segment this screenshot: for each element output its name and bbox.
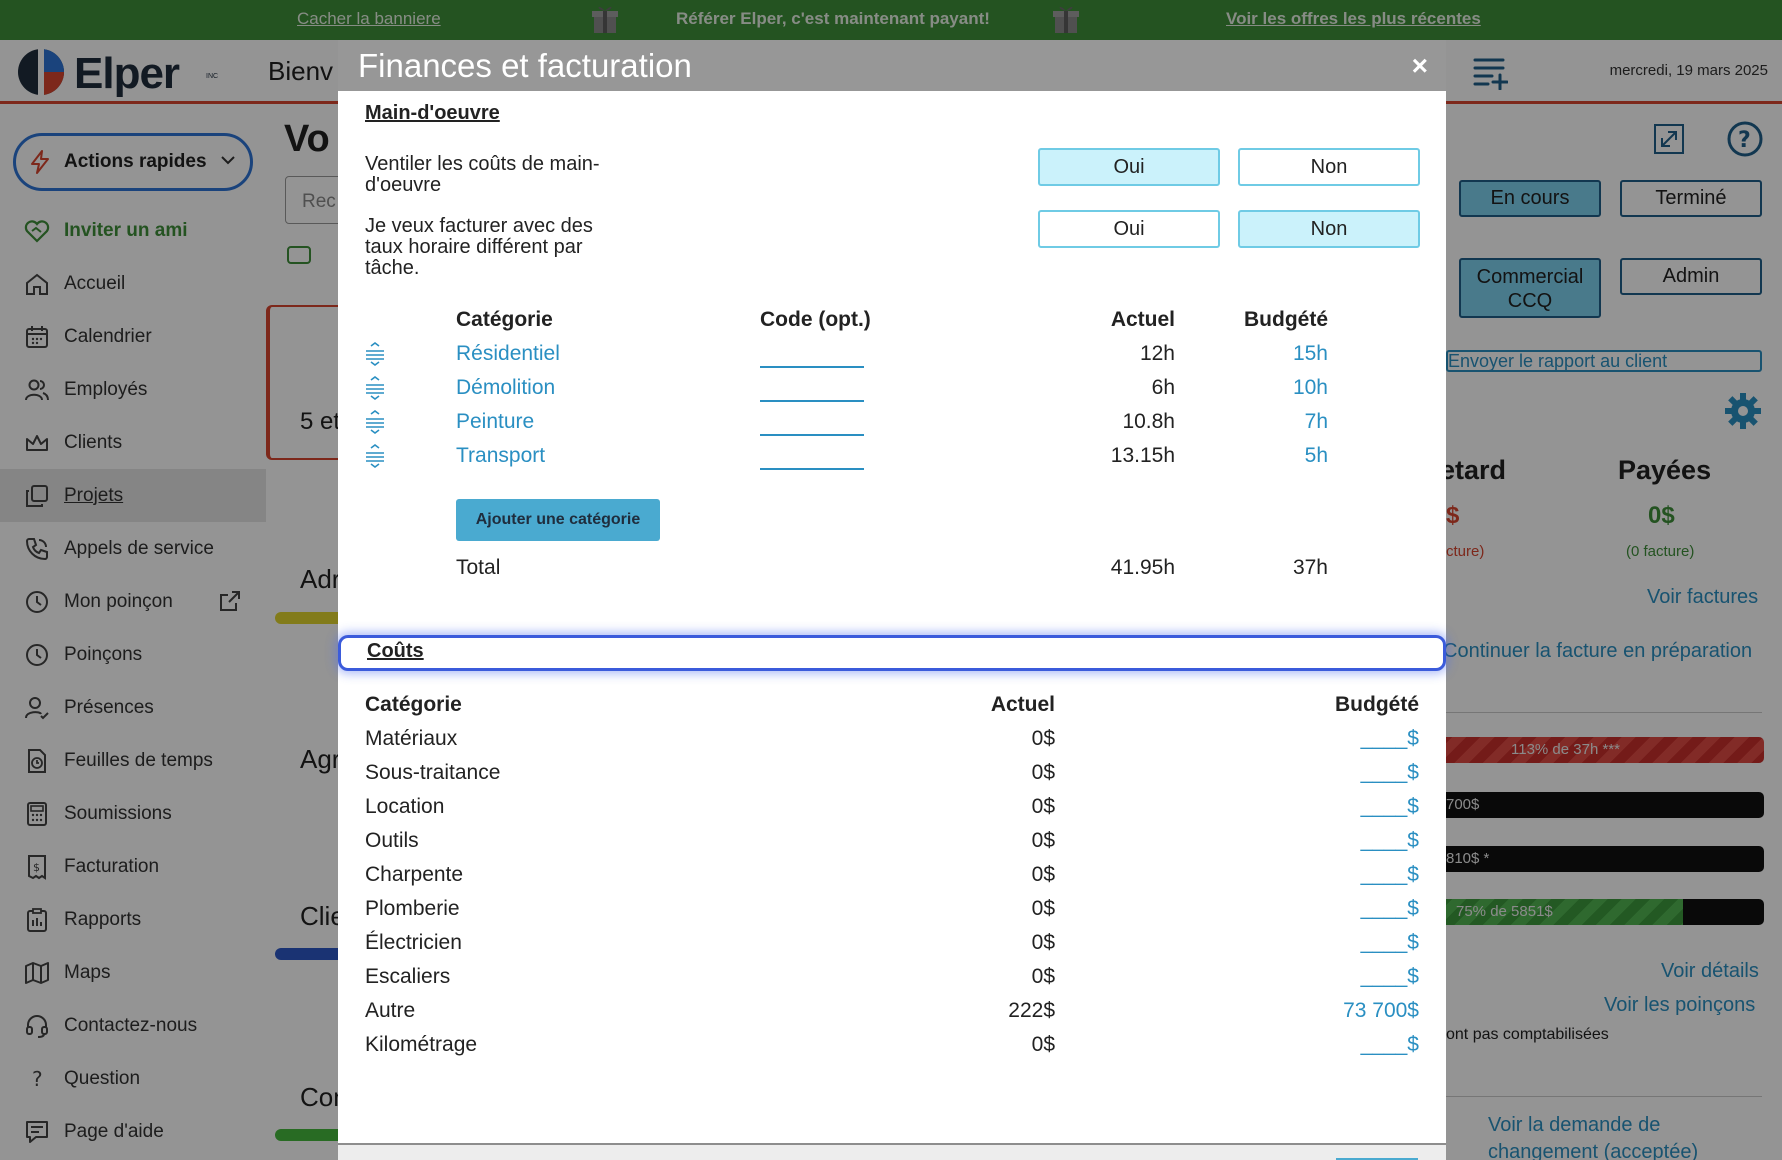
cost-row: Plomberie 0$ ____$ (338, 895, 1446, 929)
labor-total-actual: 41.95h (1110, 556, 1175, 579)
cost-actual: 0$ (1031, 931, 1055, 954)
labor-actual: 10.8h (1122, 410, 1175, 433)
cost-actual: 0$ (1031, 863, 1055, 886)
cost-category: Location (365, 795, 445, 818)
cost-row: Autre 222$ 73 700$ (338, 997, 1446, 1031)
q2-no-button[interactable]: Non (1238, 210, 1420, 248)
labor-actual: 13.15h (1110, 444, 1175, 467)
modal-title: Finances et facturation (358, 47, 692, 84)
drag-handle-icon[interactable] (364, 342, 386, 366)
cost-category: Sous-traitance (365, 761, 501, 784)
cost-row: Charpente 0$ ____$ (338, 861, 1446, 895)
cost-actual: 0$ (1031, 761, 1055, 784)
drag-handle-icon[interactable] (364, 444, 386, 468)
costs-section-title: Coûts (367, 640, 424, 662)
labor-code-input[interactable] (760, 434, 864, 436)
labor-col-category: Catégorie (456, 308, 553, 331)
labor-budget[interactable]: 15h (1293, 342, 1328, 366)
cost-budget-input[interactable]: ____$ (1361, 727, 1419, 751)
labor-total-label: Total (456, 556, 501, 579)
q2-yes-button[interactable]: Oui (1038, 210, 1220, 248)
cost-actual: 0$ (1031, 829, 1055, 852)
cost-budget-input[interactable]: ____$ (1361, 897, 1419, 921)
cost-budget-input[interactable]: 73 700$ (1343, 999, 1419, 1023)
cost-budget-input[interactable]: ____$ (1361, 761, 1419, 785)
labor-row: Peinture 10.8h 7h (338, 408, 1446, 442)
cost-budget-input[interactable]: ____$ (1361, 965, 1419, 989)
cost-budget-input[interactable]: ____$ (1361, 863, 1419, 887)
labor-actual: 6h (1151, 376, 1175, 399)
costs-section-header[interactable]: Coûts (338, 635, 1446, 671)
cost-category: Électricien (365, 931, 462, 954)
cost-category: Kilométrage (365, 1033, 478, 1056)
cost-category: Escaliers (365, 965, 451, 988)
cost-row: Outils 0$ ____$ (338, 827, 1446, 861)
cost-actual: 0$ (1031, 1033, 1055, 1056)
q1-text: Ventiler les coûts de main-d'oeuvre (365, 153, 600, 196)
cost-row: Kilométrage 0$ ____$ (338, 1031, 1446, 1065)
close-icon[interactable]: × (1412, 50, 1428, 82)
cost-row: Matériaux 0$ ____$ (338, 725, 1446, 759)
cost-row: Location 0$ ____$ (338, 793, 1446, 827)
labor-row: Résidentiel 12h 15h (338, 340, 1446, 374)
labor-col-code: Code (opt.) (760, 308, 871, 331)
finance-billing-modal: Finances et facturation × Main-d'oeuvre … (338, 40, 1446, 1160)
cost-actual: 0$ (1031, 897, 1055, 920)
cost-col-actual: Actuel (990, 693, 1055, 716)
labor-category[interactable]: Démolition (456, 376, 555, 400)
modal-footer (338, 1143, 1446, 1160)
labor-budget[interactable]: 10h (1293, 376, 1328, 400)
labor-col-budget: Budgété (1244, 308, 1328, 331)
labor-col-actual: Actuel (1110, 308, 1175, 331)
cost-actual: 0$ (1031, 965, 1055, 988)
cost-actual: 0$ (1031, 727, 1055, 750)
labor-row: Transport 13.15h 5h (338, 442, 1446, 476)
cost-budget-input[interactable]: ____$ (1361, 795, 1419, 819)
add-category-button[interactable]: Ajouter une catégorie (456, 499, 660, 541)
cost-col-budget: Budgété (1335, 693, 1419, 716)
cost-budget-input[interactable]: ____$ (1361, 931, 1419, 955)
labor-budget[interactable]: 7h (1305, 410, 1328, 434)
cost-actual: 222$ (1008, 999, 1055, 1022)
q1-no-button[interactable]: Non (1238, 148, 1420, 186)
cost-category: Charpente (365, 863, 464, 886)
labor-category[interactable]: Transport (456, 444, 545, 468)
cost-budget-input[interactable]: ____$ (1361, 1033, 1419, 1057)
labor-code-input[interactable] (760, 468, 864, 470)
cost-category: Plomberie (365, 897, 460, 920)
cost-actual: 0$ (1031, 795, 1055, 818)
cost-col-category: Catégorie (365, 693, 462, 716)
q1-yes-button[interactable]: Oui (1038, 148, 1220, 186)
cost-category: Matériaux (365, 727, 458, 750)
labor-actual: 12h (1139, 342, 1175, 365)
labor-code-input[interactable] (760, 400, 864, 402)
labor-category[interactable]: Peinture (456, 410, 534, 434)
drag-handle-icon[interactable] (364, 376, 386, 400)
labor-category[interactable]: Résidentiel (456, 342, 560, 366)
cost-category: Autre (365, 999, 416, 1022)
cost-category: Outils (365, 829, 419, 852)
cost-row: Électricien 0$ ____$ (338, 929, 1446, 963)
labor-section-title: Main-d'oeuvre (365, 102, 500, 124)
drag-handle-icon[interactable] (364, 410, 386, 434)
cost-row: Escaliers 0$ ____$ (338, 963, 1446, 997)
modal-header: Finances et facturation × (338, 40, 1446, 91)
labor-total-budget: 37h (1292, 556, 1328, 579)
labor-code-input[interactable] (760, 366, 864, 368)
cost-row: Sous-traitance 0$ ____$ (338, 759, 1446, 793)
labor-row: Démolition 6h 10h (338, 374, 1446, 408)
cost-budget-input[interactable]: ____$ (1361, 829, 1419, 853)
q2-text: Je veux facturer avec des taux horaire d… (365, 215, 593, 279)
labor-budget[interactable]: 5h (1305, 444, 1328, 468)
